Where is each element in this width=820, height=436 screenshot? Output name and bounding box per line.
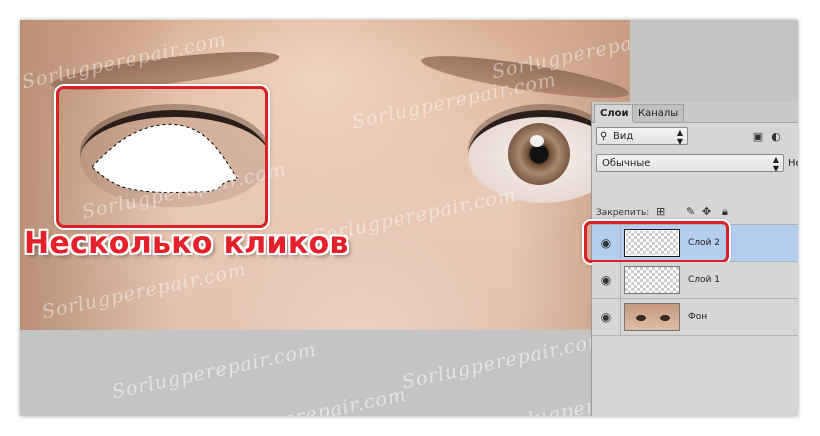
layer-row-1[interactable]: ◉ Слой 1 xyxy=(592,262,798,299)
face-photo-canvas[interactable]: Sorlugperepair.com Sorlugperepair.com So… xyxy=(20,20,630,330)
watermark-text: Sorlugperepair.com xyxy=(199,383,409,416)
app-canvas-area: Sorlugperepair.com Sorlugperepair.com So… xyxy=(20,20,798,416)
eye-icon[interactable]: ◉ xyxy=(592,262,621,298)
watermark-text: Sorlugperepair.com xyxy=(109,338,319,404)
layer-name: Фон xyxy=(688,312,708,322)
search-icon: ⚲ xyxy=(600,131,608,142)
lock-transparency-icon[interactable]: ⊞ xyxy=(656,205,665,218)
layer-thumbnail xyxy=(624,266,680,294)
lock-brush-icon[interactable]: ✎ xyxy=(686,205,695,218)
circle-half-icon[interactable]: ◐ xyxy=(768,130,784,144)
watermark-text: Sorlugperepair.com xyxy=(399,328,609,394)
eye-icon[interactable]: ◉ xyxy=(592,299,621,335)
tab-channels[interactable]: Каналы xyxy=(632,104,685,122)
lock-icon[interactable]: 🔒︎ xyxy=(722,205,728,219)
layer-annotation-frame xyxy=(584,221,729,263)
image-icon[interactable]: ▣ xyxy=(750,130,766,144)
filter-row: ⚲ Вид ▲ ▼ ▣ ◐ xyxy=(592,123,798,149)
layers-panel: Слои Каналы ⚲ Вид ▲▼ ▣ ◐ Обычные ▲▼ Не З… xyxy=(584,102,798,416)
filter-select[interactable]: ⚲ Вид ▲ ▼ xyxy=(596,127,688,146)
lock-move-icon[interactable]: ✥ xyxy=(702,205,711,218)
blend-mode-select[interactable]: Обычные ▲ ▼ xyxy=(596,154,784,173)
blend-mode-value: Обычные xyxy=(602,158,651,169)
annotation-frame xyxy=(56,86,268,228)
layer-thumbnail xyxy=(624,303,680,331)
layer-name: Слой 1 xyxy=(688,275,720,285)
tab-layers[interactable]: Слои xyxy=(594,104,635,123)
updown-arrows-icon: ▲ ▼ xyxy=(676,128,683,146)
panel-tabbar: Слои Каналы xyxy=(592,102,798,123)
lock-label: Закрепить: xyxy=(596,208,650,218)
updown-arrows-icon: ▲ ▼ xyxy=(772,155,779,173)
filter-select-value: Вид xyxy=(613,131,634,142)
layer-row-background[interactable]: ◉ Фон xyxy=(592,299,798,336)
layer-row-2[interactable]: ◉ Слой 2 xyxy=(584,221,798,263)
annotation-caption: Несколько кликов xyxy=(24,226,349,261)
blend-row: Обычные ▲▼ Не xyxy=(592,150,798,176)
opacity-label: Не xyxy=(788,158,798,169)
